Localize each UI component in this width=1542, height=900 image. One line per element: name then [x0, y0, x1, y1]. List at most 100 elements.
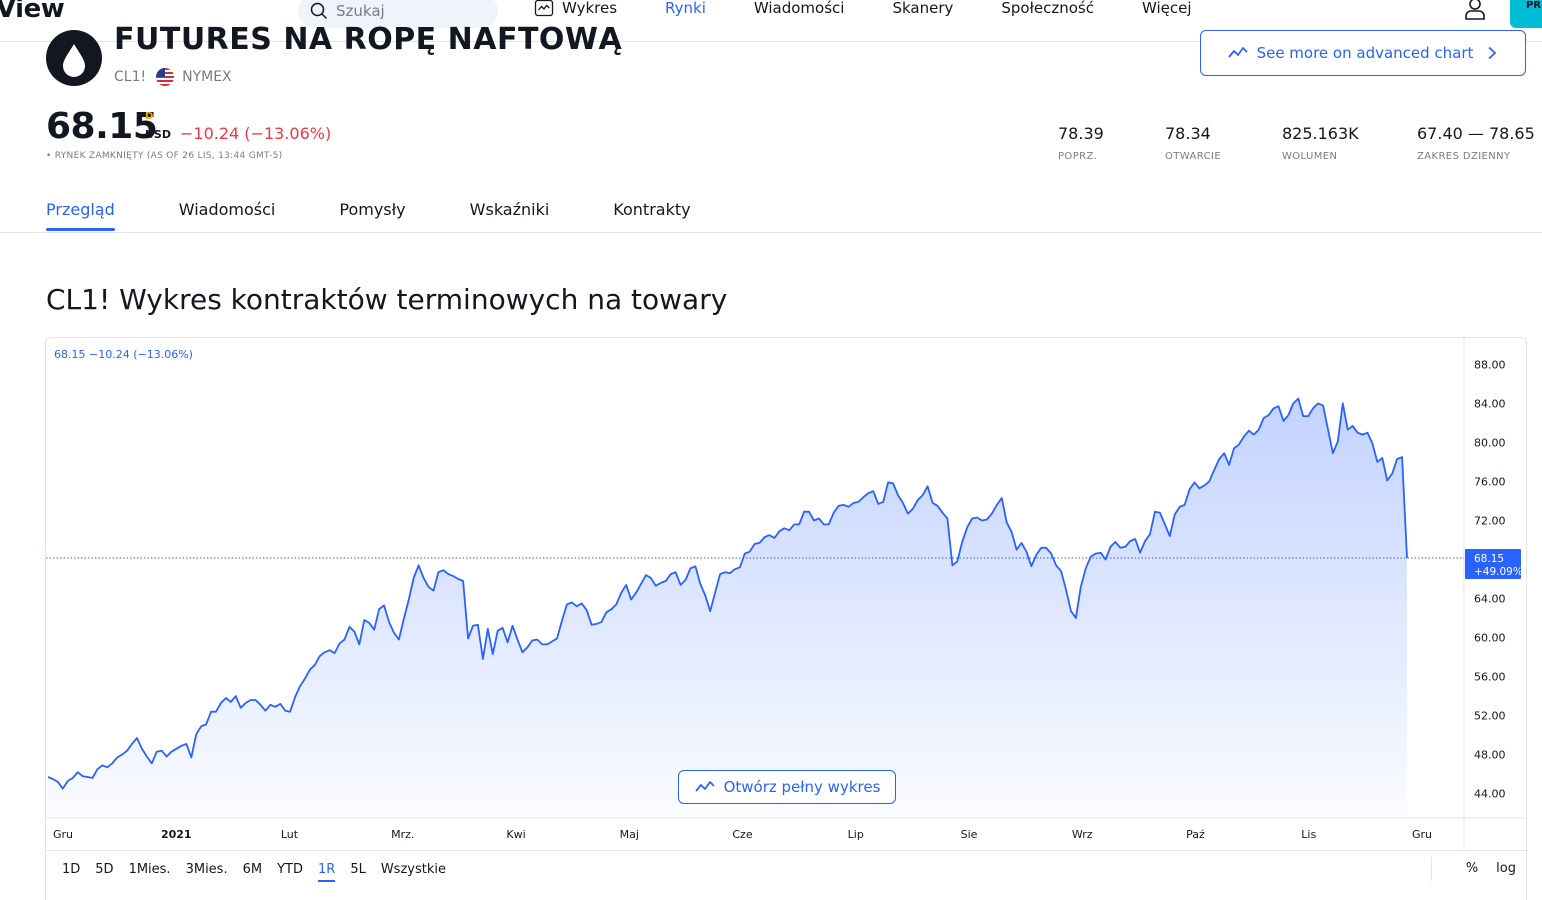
stat-day-range: 67.40 — 78.65 ZAKRES DZIENNY — [1417, 124, 1535, 162]
stat-value: 78.34 — [1165, 124, 1211, 143]
range-5y[interactable]: 5L — [350, 862, 366, 877]
stat-label: WOLUMEN — [1282, 151, 1338, 162]
search-icon — [310, 2, 328, 20]
advanced-chart-button[interactable]: See more on advanced chart — [1200, 30, 1526, 76]
symbol-subtitle: CL1! NYMEX — [114, 68, 232, 86]
time-axis-label: Mrz. — [391, 828, 414, 841]
time-axis-label: Wrz — [1072, 828, 1093, 841]
chevron-right-icon — [1488, 46, 1497, 60]
price-axis-label: 60.00 — [1474, 632, 1506, 645]
time-axis-label: Lis — [1301, 828, 1316, 841]
nav-item-label: Wykres — [562, 0, 618, 17]
price-axis-label: 80.00 — [1474, 436, 1506, 449]
price-axis-label: 48.00 — [1474, 749, 1506, 762]
stat-value: 67.40 — 78.65 — [1417, 124, 1535, 143]
nav-item-chart[interactable]: Wykres — [534, 0, 617, 18]
user-icon[interactable] — [1463, 0, 1487, 20]
time-axis-label: Gru — [53, 828, 73, 841]
chart-legend: 68.15 −10.24 (−13.06%) — [54, 348, 193, 361]
range-selector: 1D 5D 1Mies. 3Mies. 6M YTD 1R 5L Wszystk… — [46, 850, 1526, 888]
scale-divider — [1430, 857, 1432, 881]
range-ytd[interactable]: YTD — [277, 862, 303, 877]
chart-line-icon — [1227, 47, 1248, 58]
advanced-chart-label: See more on advanced chart — [1256, 44, 1474, 62]
nav-item-news[interactable]: Wiadomości — [754, 0, 845, 18]
tabs-divider — [0, 232, 1542, 233]
us-flag-icon — [156, 68, 175, 86]
time-axis-label: Lut — [281, 828, 299, 841]
time-axis-label: Gru — [1412, 828, 1432, 841]
main-menu: Wykres Rynki Wiadomości Skanery Społeczn… — [534, 0, 1240, 18]
stat-volume: 825.163K WOLUMEN — [1282, 124, 1359, 162]
time-axis-label: Maj — [620, 828, 639, 841]
open-full-chart-label: Otwórz pełny wykres — [723, 778, 881, 796]
last-change-label: +49.09% — [1474, 566, 1523, 578]
symbol-ticker: CL1! — [114, 69, 147, 85]
time-axis-label: Paź — [1186, 828, 1205, 841]
nav-item-markets[interactable]: Rynki — [665, 0, 706, 18]
tab-ideas[interactable]: Pomysły — [339, 200, 405, 229]
price-chart[interactable]: 44.00 48.00 52.00 56.00 60.00 64.00 72.00 76.00… — [45, 337, 1527, 900]
nav-item-community[interactable]: Społeczność — [1001, 0, 1094, 18]
range-all[interactable]: Wszystkie — [381, 862, 446, 877]
price-axis-label: 44.00 — [1474, 788, 1506, 801]
range-1y[interactable]: 1R — [318, 862, 336, 882]
tab-overview[interactable]: Przegląd — [46, 200, 115, 231]
stat-value: 78.39 — [1058, 124, 1104, 143]
tab-contracts[interactable]: Kontrakty — [613, 200, 690, 229]
log-scale-toggle[interactable]: log — [1496, 861, 1516, 881]
nav-item-label: Społeczność — [1001, 0, 1094, 17]
price-axis-label: 56.00 — [1474, 671, 1506, 684]
stat-open: 78.34 OTWARCIE — [1165, 124, 1221, 162]
tab-news[interactable]: Wiadomości — [179, 200, 276, 229]
price-axis-label: 76.00 — [1474, 475, 1506, 488]
pro-button[interactable]: PR — [1510, 0, 1542, 28]
price-axis-label: 88.00 — [1474, 358, 1506, 371]
time-axis-label: Lip — [848, 828, 864, 841]
stat-label: POPRZ. — [1058, 151, 1098, 162]
time-axis-label: 2021 — [161, 828, 192, 841]
nav-item-label: Rynki — [665, 0, 706, 17]
range-3m[interactable]: 3Mies. — [186, 862, 228, 877]
scale-options: % log — [1430, 857, 1516, 881]
section-title: CL1! Wykres kontraktów terminowych na to… — [46, 283, 728, 316]
open-full-chart-button[interactable]: Otwórz pełny wykres — [678, 770, 896, 804]
nav-item-screeners[interactable]: Skanery — [892, 0, 953, 18]
time-axis-label: Kwi — [506, 828, 525, 841]
time-axis-label: Cze — [732, 828, 752, 841]
oil-drop-icon — [46, 30, 102, 86]
delay-badge[interactable]: D — [145, 111, 153, 122]
price-axis-label: 52.00 — [1474, 710, 1506, 723]
market-status: • RYNEK ZAMKNIĘTY (AS OF 26 LIS, 13:44 G… — [46, 151, 283, 161]
price-axis-label: 64.00 — [1474, 593, 1506, 606]
stat-value: 825.163K — [1282, 124, 1359, 143]
site-logo[interactable]: View — [0, 0, 65, 24]
range-5d[interactable]: 5D — [95, 862, 113, 877]
price-axis-label: 84.00 — [1474, 397, 1506, 410]
stat-label: OTWARCIE — [1165, 151, 1222, 162]
tab-indicators[interactable]: Wskaźniki — [470, 200, 550, 229]
nav-item-label: Wiadomości — [753, 0, 845, 17]
stat-label: ZAKRES DZIENNY — [1417, 151, 1511, 162]
range-6m[interactable]: 6M — [243, 862, 263, 877]
percent-scale-toggle[interactable]: % — [1466, 861, 1478, 881]
nav-item-label: Więcej — [1141, 0, 1192, 17]
symbol-exchange: NYMEX — [182, 69, 232, 85]
price-currency: USD — [145, 128, 171, 141]
stat-prev-close: 78.39 POPRZ. — [1058, 124, 1104, 162]
symbol-tabs: Przegląd Wiadomości Pomysły Wskaźniki Ko… — [46, 200, 755, 231]
nav-item-label: Skanery — [892, 0, 954, 17]
price-area — [48, 398, 1407, 818]
chart-line-icon — [694, 781, 715, 792]
search-input[interactable] — [336, 2, 486, 20]
last-price-label: 68.15 — [1474, 553, 1504, 565]
range-1m[interactable]: 1Mies. — [129, 862, 171, 877]
range-1d[interactable]: 1D — [62, 862, 80, 877]
nav-item-more[interactable]: Więcej — [1142, 0, 1192, 18]
last-price: 68.15 — [46, 106, 158, 147]
price-axis-label: 72.00 — [1474, 514, 1506, 527]
symbol-title: FUTURES NA ROPĘ NAFTOWĄ — [114, 22, 623, 57]
time-axis-label: Sie — [961, 828, 978, 841]
price-change: −10.24 (−13.06%) — [180, 124, 332, 143]
chart-icon — [534, 0, 554, 17]
